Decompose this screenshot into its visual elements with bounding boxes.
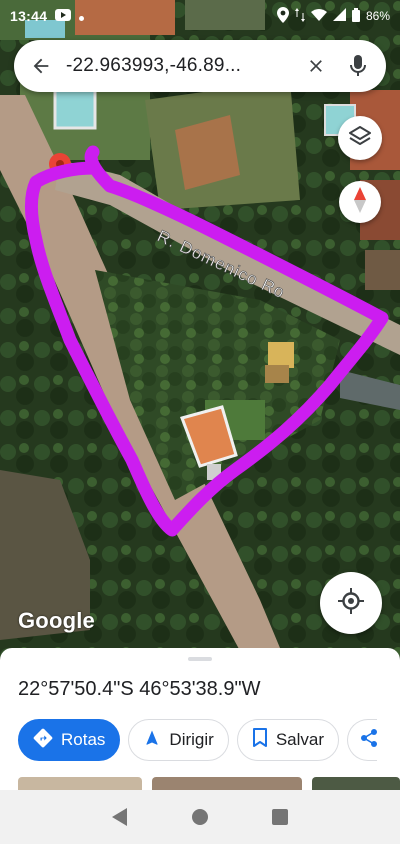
my-location-button[interactable] [320,572,382,634]
place-sheet[interactable]: 22°57'50.4"S 46°53'38.9"W Rotas Dirigir … [0,648,400,790]
directions-icon [33,728,61,753]
place-coordinates: 22°57'50.4"S 46°53'38.9"W [18,678,261,700]
share-button[interactable] [347,719,377,761]
action-chips: Rotas Dirigir Salvar [18,719,377,763]
youtube-icon [55,8,72,24]
directions-label: Rotas [61,730,106,749]
layers-icon [348,124,372,153]
start-navigation-button[interactable]: Dirigir [128,719,229,761]
notification-dot-icon [79,8,85,24]
location-icon [276,6,289,26]
share-icon [360,728,377,753]
nav-back-icon[interactable] [103,800,137,834]
search-bar[interactable]: -22.963993,-46.89... [14,40,386,92]
photo-thumbnail[interactable] [152,777,302,790]
back-arrow-icon[interactable] [28,53,54,79]
save-button[interactable]: Salvar [236,719,339,761]
compass-icon [352,186,368,218]
system-nav-bar [0,790,400,844]
google-attribution: Google [18,608,95,633]
status-bar: 13:44 86% [0,0,400,32]
photo-thumbnail[interactable] [312,777,400,790]
close-icon[interactable] [302,52,330,80]
crosshair-icon [337,587,365,620]
data-arrows-icon [294,7,305,25]
battery-percentage: 86% [365,9,390,23]
nav-recents-icon[interactable] [263,800,297,834]
search-query[interactable]: -22.963993,-46.89... [66,55,302,77]
microphone-icon[interactable] [344,52,372,80]
map-imagery: R. Domenico Ro [0,0,400,660]
navigation-arrow-icon [143,729,169,752]
sheet-drag-handle[interactable] [188,657,212,661]
compass-button[interactable] [339,181,381,223]
signal-icon [332,8,346,24]
satellite-map[interactable]: R. Domenico Ro [0,0,400,660]
save-label: Salvar [275,730,324,749]
photo-thumbnail[interactable] [18,777,142,790]
start-navigation-label: Dirigir [169,730,214,749]
bookmark-icon [252,727,276,753]
status-time: 13:44 [10,8,48,24]
directions-button[interactable]: Rotas [18,719,121,761]
layers-button[interactable] [338,116,382,160]
battery-icon [351,7,360,25]
photo-strip[interactable] [18,777,400,790]
nav-home-icon[interactable] [183,800,217,834]
wifi-icon [310,8,327,24]
